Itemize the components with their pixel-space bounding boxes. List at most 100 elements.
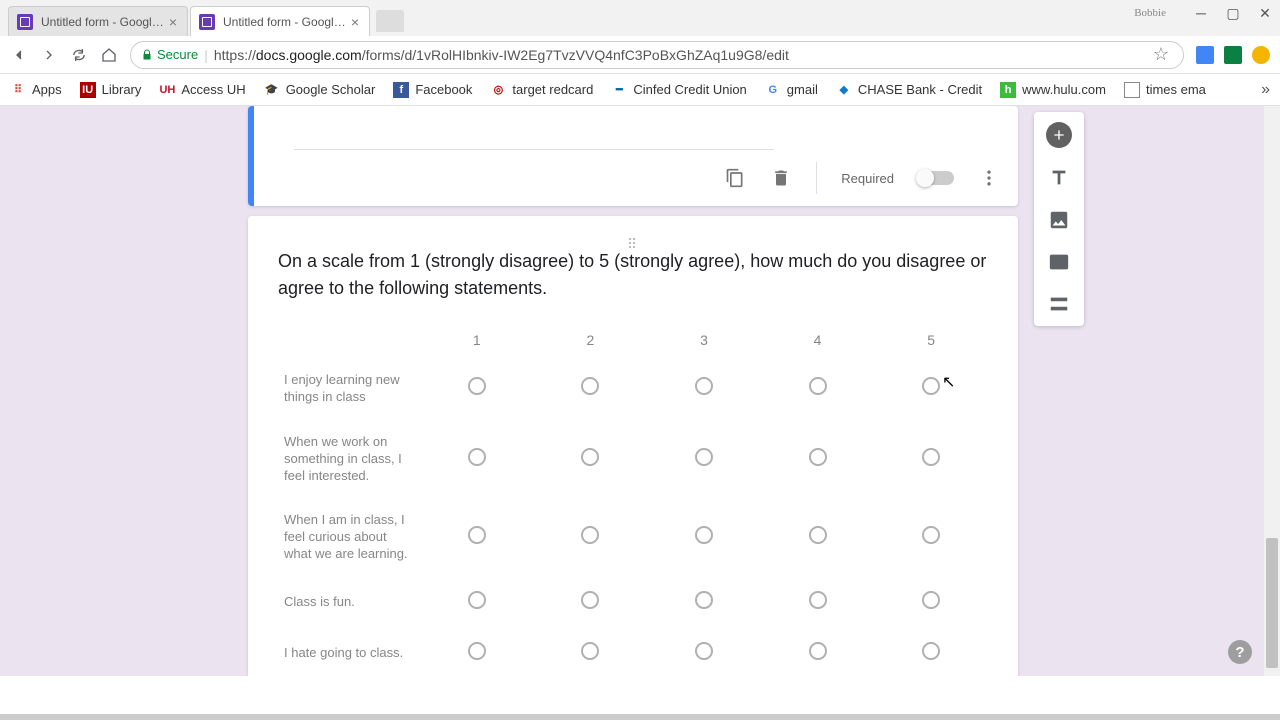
grid-radio-cell[interactable] — [534, 577, 648, 628]
radio-icon — [695, 377, 713, 395]
bookmark-hulu[interactable]: hwww.hulu.com — [1000, 82, 1106, 98]
grid-radio-cell[interactable] — [874, 420, 988, 499]
page-icon — [1124, 82, 1140, 98]
close-window-button[interactable]: ✕ — [1258, 6, 1272, 20]
radio-icon — [809, 526, 827, 544]
grid-radio-cell[interactable] — [874, 498, 988, 577]
required-label: Required — [841, 171, 894, 186]
browser-tab-0[interactable]: Untitled form - Google F × — [8, 6, 188, 36]
more-options-button[interactable] — [978, 167, 1000, 189]
bookmark-cinfed[interactable]: ━Cinfed Credit Union — [611, 82, 746, 98]
radio-icon — [922, 377, 940, 395]
bookmark-target[interactable]: ◎target redcard — [490, 82, 593, 98]
apps-button[interactable]: ⠿Apps — [10, 82, 62, 98]
grid-radio-cell[interactable] — [761, 358, 875, 420]
add-section-button[interactable] — [1047, 292, 1071, 316]
grid-radio-cell[interactable] — [874, 628, 988, 676]
back-button[interactable] — [10, 46, 28, 64]
grid-row-label: I hate going to class. — [278, 628, 420, 676]
help-button[interactable]: ? — [1228, 640, 1252, 664]
grid-radio-cell[interactable] — [761, 628, 875, 676]
question-card-previous[interactable]: Required — [248, 106, 1018, 206]
maximize-button[interactable]: ▢ — [1226, 6, 1240, 20]
grid-radio-cell[interactable] — [647, 628, 761, 676]
extensions — [1196, 46, 1270, 64]
grid-radio-cell[interactable] — [420, 498, 534, 577]
home-button[interactable] — [100, 46, 118, 64]
grid-radio-cell[interactable] — [420, 420, 534, 499]
drag-handle-icon[interactable]: ⠿ — [278, 236, 988, 248]
scholar-icon: 🎓 — [264, 82, 280, 98]
grid-radio-cell[interactable] — [534, 498, 648, 577]
grid-radio-cell[interactable] — [761, 577, 875, 628]
url-input[interactable]: Secure | https://docs.google.com/forms/d… — [130, 41, 1184, 69]
add-video-button[interactable] — [1047, 250, 1071, 274]
forward-button[interactable] — [40, 46, 58, 64]
floating-toolbar — [1034, 112, 1084, 326]
uh-icon: UH — [159, 82, 175, 98]
bookmark-star-icon[interactable]: ☆ — [1153, 44, 1169, 65]
close-icon[interactable]: × — [167, 16, 179, 28]
radio-icon — [581, 448, 599, 466]
question-card-grid[interactable]: ⠿ On a scale from 1 (strongly disagree) … — [248, 216, 1018, 676]
scrollbar[interactable] — [1264, 106, 1280, 676]
question-title[interactable]: On a scale from 1 (strongly disagree) to… — [278, 248, 988, 302]
grid-radio-cell[interactable] — [761, 498, 875, 577]
radio-icon — [581, 642, 599, 660]
grid-radio-cell[interactable] — [534, 420, 648, 499]
grid-radio-cell[interactable] — [647, 498, 761, 577]
grid-radio-cell[interactable] — [874, 358, 988, 420]
bookmarks-overflow[interactable]: » — [1261, 81, 1270, 99]
grid-row-label: When I am in class, I feel curious about… — [278, 498, 420, 577]
facebook-icon: f — [393, 82, 409, 98]
grid-radio-cell[interactable] — [420, 358, 534, 420]
grid-radio-cell[interactable] — [420, 628, 534, 676]
chase-icon: ◆ — [836, 82, 852, 98]
close-icon[interactable]: × — [349, 16, 361, 28]
grid-radio-cell[interactable] — [534, 628, 648, 676]
grid-radio-cell[interactable] — [647, 577, 761, 628]
delete-button[interactable] — [770, 167, 792, 189]
radio-icon — [468, 377, 486, 395]
bookmark-library[interactable]: IULibrary — [80, 82, 142, 98]
bookmark-gmail[interactable]: Ggmail — [765, 82, 818, 98]
bookmark-facebook[interactable]: fFacebook — [393, 82, 472, 98]
grid-radio-cell[interactable] — [874, 577, 988, 628]
grid-radio-cell[interactable] — [761, 420, 875, 499]
bookmark-chase[interactable]: ◆CHASE Bank - Credit — [836, 82, 982, 98]
grid-radio-cell[interactable] — [534, 358, 648, 420]
grid-row: Class is fun. — [278, 577, 988, 628]
radio-icon — [809, 377, 827, 395]
grid-radio-cell[interactable] — [420, 577, 534, 628]
grid-column-header: 5 — [874, 322, 988, 358]
bookmark-access-uh[interactable]: UHAccess UH — [159, 82, 245, 98]
bookmark-times[interactable]: times ema — [1124, 82, 1206, 98]
browser-tab-1[interactable]: Untitled form - Google F × — [190, 6, 370, 36]
radio-icon — [695, 448, 713, 466]
cast-icon[interactable] — [1224, 46, 1242, 64]
reload-button[interactable] — [70, 46, 88, 64]
minimize-button[interactable]: ─ — [1194, 6, 1208, 20]
bookmark-scholar[interactable]: 🎓Google Scholar — [264, 82, 376, 98]
radio-icon — [581, 591, 599, 609]
radio-icon — [468, 526, 486, 544]
scrollbar-thumb[interactable] — [1266, 538, 1278, 668]
add-image-button[interactable] — [1047, 208, 1071, 232]
profile-avatar[interactable] — [1252, 46, 1270, 64]
add-question-button[interactable] — [1046, 122, 1072, 148]
hulu-icon: h — [1000, 82, 1016, 98]
radio-icon — [922, 642, 940, 660]
library-icon: IU — [80, 82, 96, 98]
grid-row: When I am in class, I feel curious about… — [278, 498, 988, 577]
duplicate-button[interactable] — [724, 167, 746, 189]
grid-radio-cell[interactable] — [647, 358, 761, 420]
add-title-button[interactable] — [1047, 166, 1071, 190]
page-content: Required ⠿ On a scale from 1 (strongly d… — [0, 106, 1280, 676]
extension-icon[interactable] — [1196, 46, 1214, 64]
required-toggle[interactable] — [918, 171, 954, 185]
target-icon: ◎ — [490, 82, 506, 98]
radio-icon — [922, 526, 940, 544]
new-tab-button[interactable] — [376, 10, 404, 32]
grid-radio-cell[interactable] — [647, 420, 761, 499]
cinfed-icon: ━ — [611, 82, 627, 98]
